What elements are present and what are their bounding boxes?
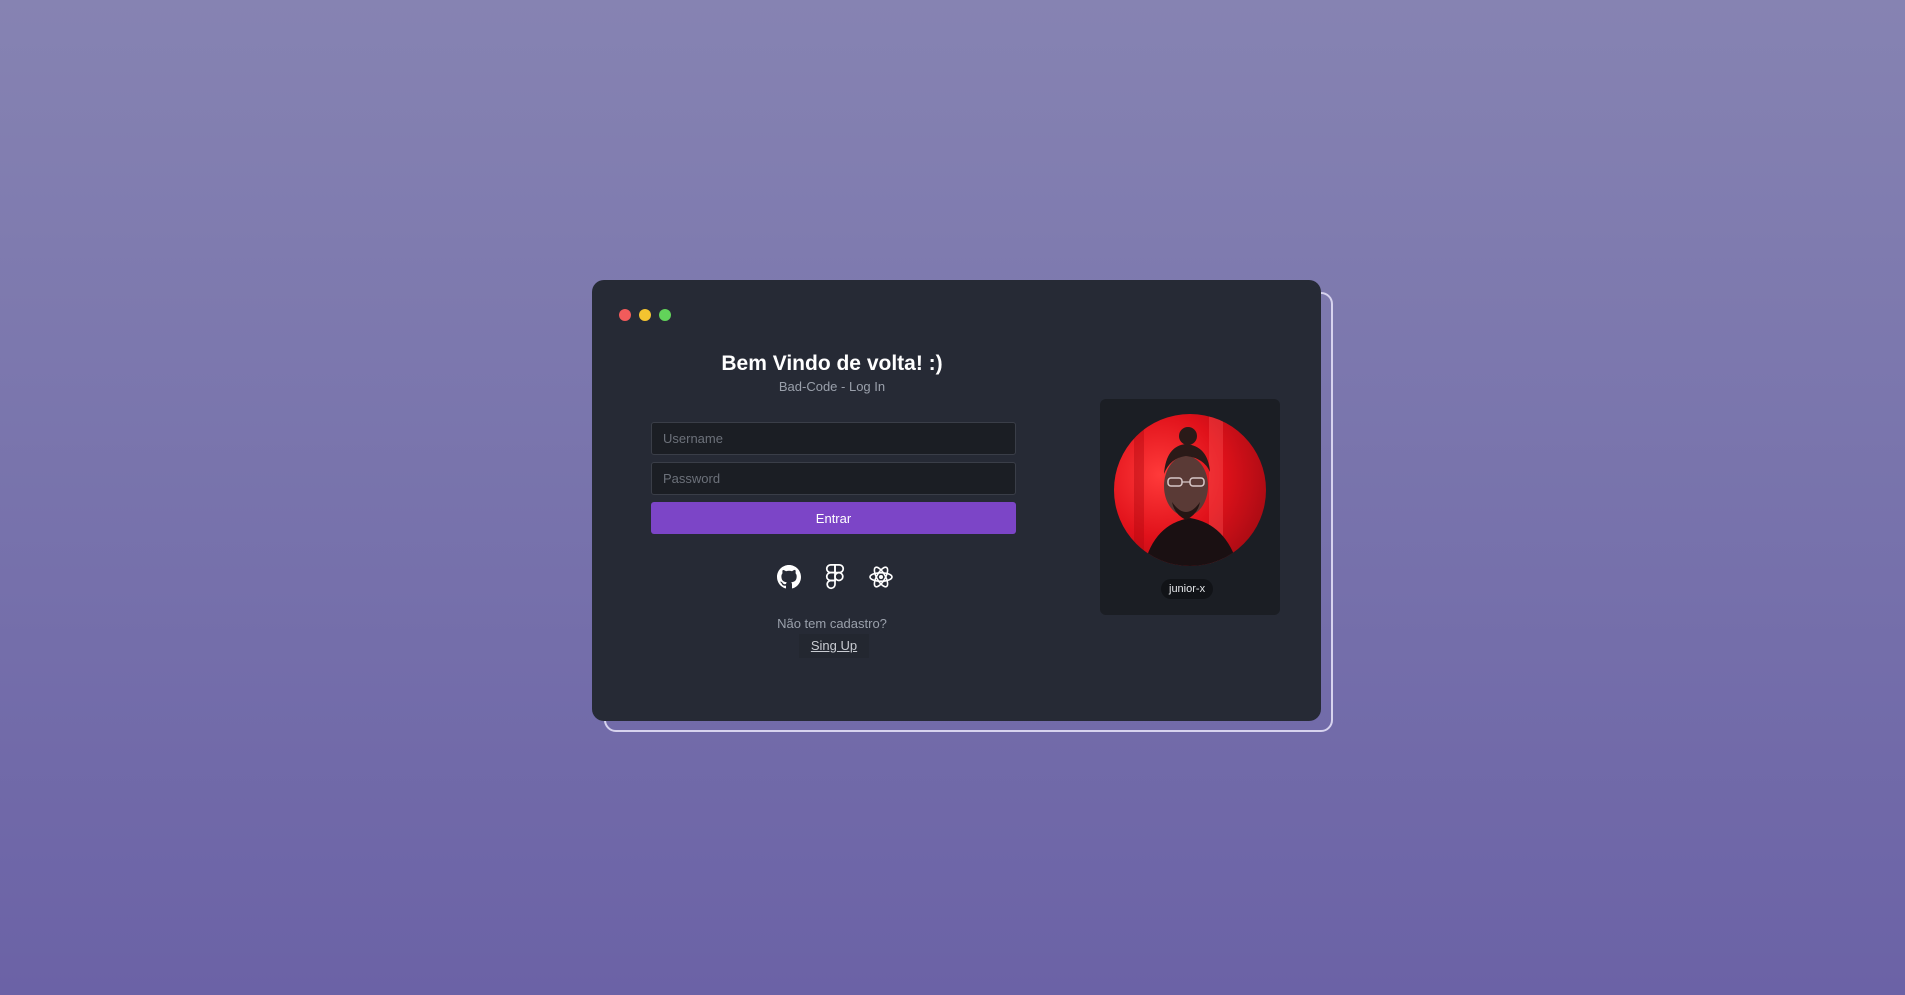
signup-prompt: Não tem cadastro? xyxy=(777,616,887,631)
page-title: Bem Vindo de volta! :) xyxy=(721,352,943,375)
close-window-button[interactable] xyxy=(619,309,631,321)
avatar xyxy=(1114,414,1266,566)
username-input[interactable] xyxy=(651,422,1016,455)
github-link[interactable] xyxy=(775,563,803,591)
page-subtitle: Bad-Code - Log In xyxy=(778,379,886,394)
profile-card: junior-x xyxy=(1100,399,1280,615)
minimize-window-button[interactable] xyxy=(639,309,651,321)
react-link[interactable] xyxy=(867,563,895,591)
login-window: Bem Vindo de volta! :) Bad-Code - Log In… xyxy=(592,280,1321,721)
profile-username-badge: junior-x xyxy=(1161,579,1214,599)
window-controls xyxy=(619,309,671,321)
social-links xyxy=(775,563,895,591)
react-icon xyxy=(869,566,893,588)
signup-link[interactable]: Sing Up xyxy=(799,634,869,658)
login-submit-button[interactable]: Entrar xyxy=(651,502,1016,534)
figma-icon xyxy=(825,564,845,590)
maximize-window-button[interactable] xyxy=(659,309,671,321)
github-icon xyxy=(777,565,801,589)
password-input[interactable] xyxy=(651,462,1016,495)
figma-link[interactable] xyxy=(821,563,849,591)
